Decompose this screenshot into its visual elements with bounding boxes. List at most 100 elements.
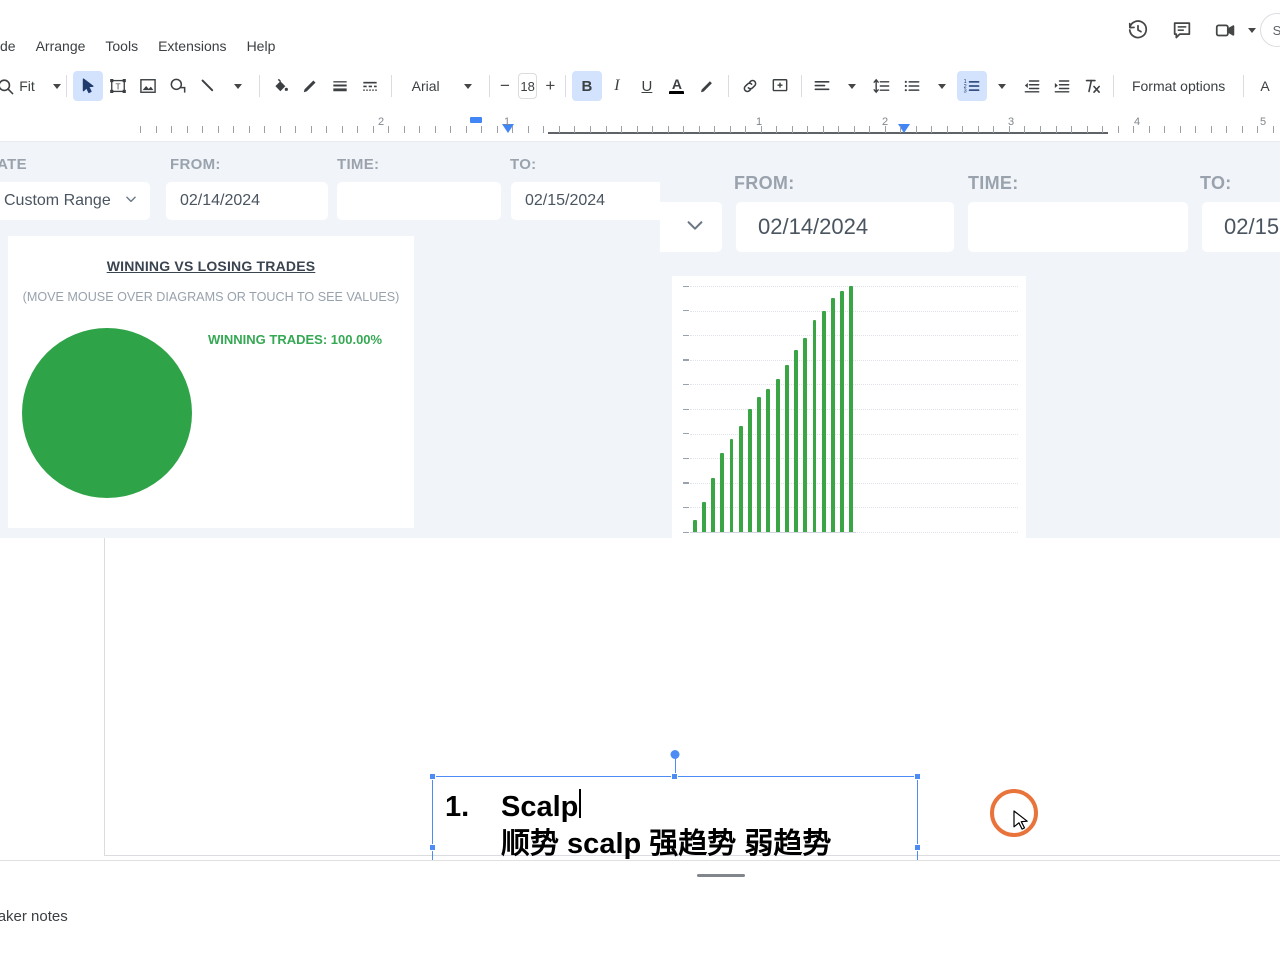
border-color-icon[interactable]: [295, 71, 325, 101]
chevron-down-icon[interactable]: [1248, 27, 1256, 33]
bar[interactable]: [840, 290, 845, 532]
bar[interactable]: [692, 519, 697, 532]
notes-resize-grip[interactable]: [697, 874, 745, 877]
to-date-input[interactable]: 02/15/2024: [511, 182, 660, 220]
line-options-chevron-icon[interactable]: [223, 71, 253, 101]
font-family-chevron-icon[interactable]: [453, 71, 483, 101]
bar[interactable]: [831, 298, 835, 532]
link-icon[interactable]: [735, 71, 765, 101]
avatar[interactable]: S: [1260, 13, 1280, 47]
fill-color-icon[interactable]: [265, 71, 295, 101]
bar[interactable]: [701, 502, 706, 532]
zoom-icon[interactable]: [0, 71, 20, 101]
y-axis-tick: [683, 433, 689, 435]
bulleted-list-chevron-icon[interactable]: [927, 71, 957, 101]
bar[interactable]: [803, 337, 808, 532]
selected-text-box[interactable]: 1. Scalp 顺势 scalp 强趋势 弱趋势 2. Feb 14~15 复…: [429, 750, 921, 860]
grid-line: [690, 384, 1018, 386]
font-family-dropdown[interactable]: Arial: [398, 71, 453, 101]
rotation-handle[interactable]: [670, 750, 680, 759]
y-axis-tick: [683, 334, 689, 337]
ruler[interactable]: 2112345: [0, 112, 1280, 142]
border-weight-icon[interactable]: [325, 71, 355, 101]
italic-button[interactable]: I: [602, 71, 632, 101]
align-left-icon[interactable]: [807, 71, 837, 101]
bar[interactable]: [748, 409, 752, 532]
menu-item-extensions[interactable]: Extensions: [148, 32, 236, 60]
menu-item-help[interactable]: Help: [237, 32, 286, 60]
speaker-notes-placeholder[interactable]: d speaker notes: [0, 908, 68, 925]
bar[interactable]: [729, 438, 734, 532]
present-with-meet-button[interactable]: [1206, 10, 1256, 50]
numbered-list-chevron-icon[interactable]: [987, 71, 1017, 101]
bar[interactable]: [757, 396, 762, 532]
increase-font-size-button[interactable]: +: [545, 76, 555, 96]
zoom-level-dropdown[interactable]: Fit: [19, 71, 61, 101]
resize-handle-top-center[interactable]: [671, 773, 678, 780]
select-arrow-icon[interactable]: [72, 71, 103, 101]
align-chevron-icon[interactable]: [837, 71, 867, 101]
date-range-select[interactable]: Custom Range: [0, 182, 150, 220]
bulleted-list-icon[interactable]: [897, 71, 927, 101]
add-comment-icon[interactable]: [765, 71, 795, 101]
resize-handle-top-right[interactable]: [914, 773, 921, 780]
resize-handle-middle-right[interactable]: [914, 844, 921, 851]
bar[interactable]: [775, 379, 780, 532]
font-size-stepper[interactable]: − 18 +: [496, 71, 559, 101]
time-input[interactable]: [337, 182, 501, 220]
bar[interactable]: [821, 310, 826, 532]
card-title: WINNING VS LOSING TRADES: [106, 258, 316, 274]
menu-item-tools[interactable]: Tools: [95, 32, 148, 60]
line-icon[interactable]: [193, 71, 223, 101]
divider: [489, 75, 490, 97]
comment-icon[interactable]: [1162, 10, 1202, 50]
resize-handle-middle-left[interactable]: [429, 844, 436, 851]
bar[interactable]: [720, 453, 725, 532]
first-line-indent-marker[interactable]: [470, 117, 482, 123]
pie-chart-slice-winning[interactable]: [22, 328, 192, 498]
list-item-number: 1.: [445, 791, 470, 823]
image-icon[interactable]: [133, 71, 163, 101]
text-box-content[interactable]: 1. Scalp 顺势 scalp 强趋势 弱趋势 2. Feb 14~15 复…: [445, 789, 907, 860]
bar[interactable]: [738, 426, 743, 532]
bold-button[interactable]: B: [571, 71, 602, 101]
bar[interactable]: [812, 320, 817, 532]
text-box-icon[interactable]: T: [103, 71, 133, 101]
history-icon[interactable]: [1118, 10, 1158, 50]
bar[interactable]: [794, 349, 798, 532]
menu-item-arrange[interactable]: Arrange: [26, 32, 96, 60]
from-date-input[interactable]: 02/14/2024: [736, 202, 954, 252]
font-size-input[interactable]: 18: [517, 73, 538, 99]
y-axis-tick: [683, 359, 689, 361]
shape-icon[interactable]: [163, 71, 193, 101]
decrease-indent-icon[interactable]: [1017, 71, 1047, 101]
time-input[interactable]: [968, 202, 1188, 252]
clear-formatting-icon[interactable]: [1077, 71, 1107, 101]
border-dash-icon[interactable]: [355, 71, 385, 101]
numbered-list-icon[interactable]: 1 2 3: [957, 71, 988, 101]
bar[interactable]: [849, 286, 854, 532]
decrease-font-size-button[interactable]: −: [500, 76, 510, 96]
grid-line: [690, 409, 1018, 410]
to-date-input[interactable]: 02/15: [1202, 202, 1280, 252]
bar[interactable]: [766, 389, 771, 532]
format-options-button[interactable]: Format options: [1120, 78, 1237, 94]
highlight-pen-icon[interactable]: [692, 71, 722, 101]
bar[interactable]: [711, 477, 715, 532]
video-camera-icon[interactable]: [1206, 10, 1246, 50]
date-range-select[interactable]: [660, 202, 722, 252]
dashboard-screenshot-right: FROM: TIME: TO: 02/14/2024 02/15: [660, 142, 1280, 538]
y-axis-tick: [683, 310, 689, 312]
to-label: TO:: [1200, 173, 1232, 193]
line-spacing-icon[interactable]: [867, 71, 897, 101]
date-range-value: Custom Range: [4, 192, 111, 209]
resize-handle-top-left[interactable]: [429, 773, 436, 780]
equity-bar-chart[interactable]: [672, 276, 1026, 538]
bar[interactable]: [784, 364, 789, 532]
menu-item-slide[interactable]: de: [0, 32, 26, 60]
more-options-icon[interactable]: A: [1250, 71, 1280, 101]
underline-button[interactable]: U: [632, 71, 662, 101]
from-date-input[interactable]: 02/14/2024: [166, 182, 328, 220]
text-color-button[interactable]: A: [662, 71, 692, 101]
increase-indent-icon[interactable]: [1047, 71, 1077, 101]
